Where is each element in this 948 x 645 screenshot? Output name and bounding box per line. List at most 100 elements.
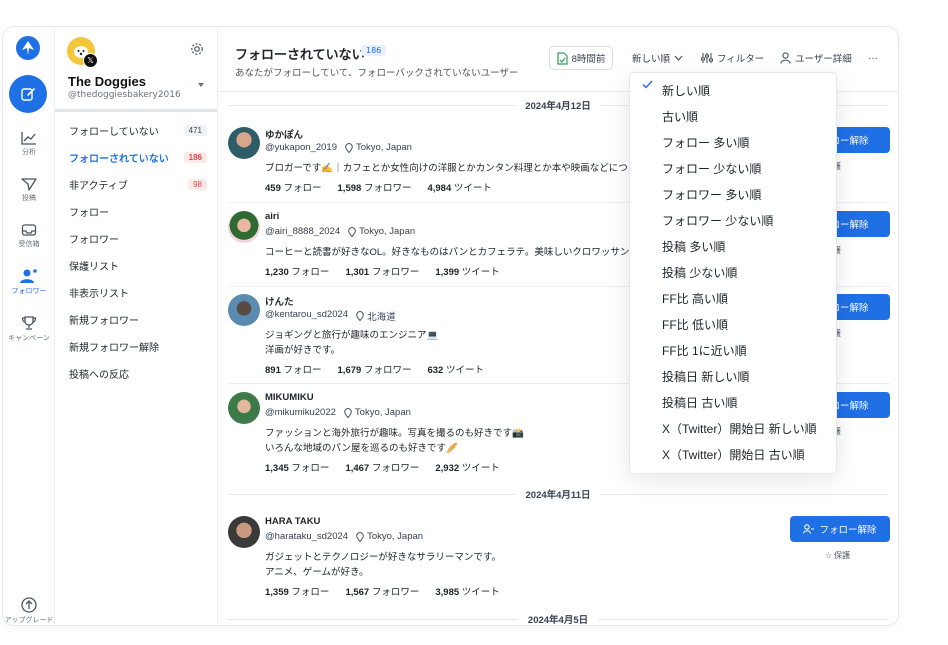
upgrade-icon xyxy=(21,597,37,613)
stat-following: 1,359 フォロー xyxy=(265,584,329,598)
stat-tweets: 2,932 ツイート xyxy=(435,460,499,474)
user-icon xyxy=(780,52,791,64)
stat-label: ツイート xyxy=(445,365,484,376)
sort-option[interactable]: 投稿 少ない順 xyxy=(630,259,836,285)
stat-label: フォロワー xyxy=(363,365,412,376)
stat-value: 1,679 xyxy=(337,365,362,376)
sort-option[interactable]: フォロー 多い順 xyxy=(630,129,836,155)
stat-value: 4,984 xyxy=(427,183,452,194)
stat-label: フォロー xyxy=(283,365,322,376)
upgrade-label: アップグレード xyxy=(4,616,54,624)
sort-option[interactable]: FF比 低い順 xyxy=(630,311,836,337)
user-handle: @airi_8888_2024 xyxy=(265,226,341,237)
sidebar-item-post-reactions[interactable]: 投稿への反応 xyxy=(69,363,207,383)
user-handle: @harataku_sd2024 xyxy=(265,531,349,542)
user-name[interactable]: airi xyxy=(265,211,279,222)
user-stats: 891 フォロー 1,679 フォロワー 632 ツイート xyxy=(265,362,484,376)
user-stats: 1,345 フォロー 1,467 フォロワー 2,932 ツイート xyxy=(265,460,500,474)
more-menu-button[interactable]: ··· xyxy=(868,47,878,69)
page-title: フォローされていない xyxy=(235,47,365,62)
protect-button[interactable]: ☆ 保護 xyxy=(825,550,850,561)
user-name[interactable]: ゆかぽん xyxy=(265,127,303,141)
nav-analytics[interactable]: 分析 xyxy=(3,131,55,157)
sort-option[interactable]: X（Twitter）開始日 新しい順 xyxy=(630,415,836,441)
stat-following: 1,345 フォロー xyxy=(265,460,329,474)
unfollow-button[interactable]: フォロー解除 xyxy=(790,516,890,542)
nav-post[interactable]: 投稿 xyxy=(3,177,55,203)
sidebar-item-hidden-list[interactable]: 非表示リスト xyxy=(69,282,207,302)
user-stats: 1,230 フォロー 1,301 フォロワー 1,399 ツイート xyxy=(265,264,500,278)
sort-option[interactable]: 古い順 xyxy=(630,103,836,129)
user-handle: @yukapon_2019 xyxy=(265,142,337,153)
upgrade-button[interactable]: アップグレード xyxy=(3,597,55,625)
inbox-icon xyxy=(21,224,37,236)
sort-option[interactable]: 投稿 多い順 xyxy=(630,233,836,259)
avatar[interactable] xyxy=(228,127,260,159)
stat-label: フォロー xyxy=(291,463,330,474)
nav-campaign[interactable]: キャンペーン xyxy=(3,315,55,343)
user-location: Tokyo, Japan xyxy=(345,142,412,153)
user-detail-label: ユーザー詳細 xyxy=(795,54,852,65)
count-badge: 471 xyxy=(183,124,207,136)
bio-line: ファッションと海外旅行が趣味。写真を撮るのも好きです📸 xyxy=(265,428,524,439)
sort-option[interactable]: 投稿日 新しい順 xyxy=(630,363,836,389)
date-label: 2024年4月5日 xyxy=(527,615,589,626)
account-handle: @thedoggiesbakery2016 xyxy=(68,90,181,100)
sort-option[interactable]: 投稿日 古い順 xyxy=(630,389,836,415)
compose-button[interactable] xyxy=(9,75,47,113)
date-label: 2024年4月11日 xyxy=(525,490,591,501)
avatar[interactable] xyxy=(228,516,260,548)
date-separator: 2024年4月5日 xyxy=(228,612,888,626)
user-detail-button[interactable]: ユーザー詳細 xyxy=(780,47,852,69)
stat-value: 3,985 xyxy=(435,587,460,598)
sidebar-item-label: 保護リスト xyxy=(69,261,119,273)
sidebar-item-inactive[interactable]: 非アクティブ 98 xyxy=(69,174,207,194)
sort-option[interactable]: フォロー 少ない順 xyxy=(630,155,836,181)
trophy-icon xyxy=(21,316,37,330)
bio-line: ジョギングと旅行が趣味のエンジニア💻 xyxy=(265,330,439,341)
sort-option[interactable]: フォロワー 少ない順 xyxy=(630,207,836,233)
user-meta: @yukapon_2019 Tokyo, Japan xyxy=(265,142,412,153)
chevron-down-icon[interactable] xyxy=(198,83,204,87)
user-meta: @mikumiku2022 Tokyo, Japan xyxy=(265,407,411,418)
filter-button[interactable]: フィルター xyxy=(701,47,764,69)
nav-followers[interactable]: フォロワー xyxy=(3,268,55,296)
sort-option[interactable]: フォロワー 多い順 xyxy=(630,181,836,207)
stat-followers: 1,567 フォロワー xyxy=(345,584,419,598)
avatar[interactable] xyxy=(228,392,260,424)
sidebar-item-new-unfollowers[interactable]: 新規フォロワー解除 xyxy=(69,336,207,356)
location-text: Tokyo, Japan xyxy=(355,142,412,153)
app-logo-icon[interactable] xyxy=(15,35,41,61)
user-minus-icon xyxy=(803,524,815,534)
location-pin-icon xyxy=(348,226,356,237)
stat-tweets: 632 ツイート xyxy=(427,362,484,376)
user-stats: 459 フォロー 1,598 フォロワー 4,984 ツイート xyxy=(265,180,492,194)
location-text: Tokyo, Japan xyxy=(354,407,411,418)
sort-option[interactable]: FF比 1に近い順 xyxy=(630,337,836,363)
user-name[interactable]: けんた xyxy=(265,294,294,308)
avatar[interactable] xyxy=(228,211,260,243)
stat-value: 1,345 xyxy=(265,463,289,474)
sort-label: 新しい順 xyxy=(632,54,671,65)
nav-inbox[interactable]: 受信箱 xyxy=(3,223,55,249)
account-name[interactable]: The Doggies xyxy=(68,74,146,89)
sidebar-item-followers[interactable]: フォロワー xyxy=(69,228,207,248)
sort-option[interactable]: 新しい順 xyxy=(630,77,836,103)
sidebar-item-not-followed-back[interactable]: フォローされていない 186 xyxy=(69,147,207,167)
sidebar-item-not-following[interactable]: フォローしていない 471 xyxy=(69,120,207,140)
stat-value: 1,359 xyxy=(265,587,289,598)
sort-option[interactable]: FF比 高い順 xyxy=(630,285,836,311)
sidebar-item-protected-list[interactable]: 保護リスト xyxy=(69,255,207,275)
location-pin-icon xyxy=(356,311,364,321)
list-item: HARA TAKU @harataku_sd2024 Tokyo, Japan ガ… xyxy=(228,516,890,606)
sidebar-item-label: 非アクティブ xyxy=(69,180,128,192)
user-name[interactable]: HARA TAKU xyxy=(265,516,320,527)
sidebar-item-new-followers[interactable]: 新規フォロワー xyxy=(69,309,207,329)
user-name[interactable]: MIKUMIKU xyxy=(265,392,314,403)
sort-option[interactable]: X（Twitter）開始日 古い順 xyxy=(630,441,836,467)
last-updated-button[interactable]: 8時間前 xyxy=(549,46,613,70)
avatar[interactable] xyxy=(228,294,260,326)
sort-dropdown[interactable]: 新しい順 xyxy=(632,47,683,69)
sidebar-item-following[interactable]: フォロー xyxy=(69,201,207,221)
gear-icon[interactable] xyxy=(190,42,204,56)
